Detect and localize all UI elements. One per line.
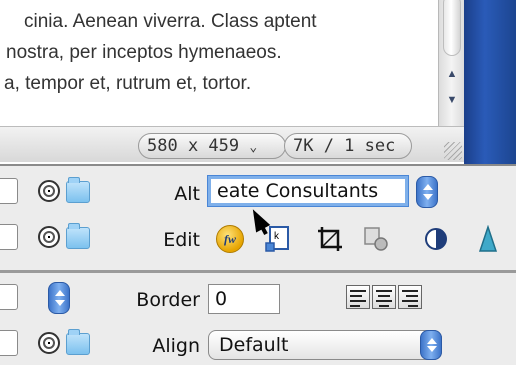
vertical-scrollbar[interactable]: ▲ ▼ <box>438 0 464 126</box>
target-icon[interactable] <box>38 226 60 248</box>
align-right-button[interactable] <box>398 285 422 309</box>
folder-icon[interactable] <box>66 223 90 249</box>
brightness-contrast-icon[interactable] <box>422 225 450 253</box>
document-view: cinia. Aenean viverra. Class aptent nost… <box>0 0 464 162</box>
crop-icon[interactable] <box>316 225 344 253</box>
sharpen-icon[interactable] <box>474 225 502 253</box>
border-input[interactable]: 0 <box>208 284 280 314</box>
alt-text-input[interactable]: eate Consultants <box>208 176 408 206</box>
fireworks-edit-icon[interactable]: fw <box>216 225 244 253</box>
link-field-stub[interactable] <box>0 224 18 250</box>
window-size-popup[interactable]: 580 x 459 ⌄ <box>138 133 286 159</box>
section-divider <box>0 270 516 273</box>
resample-icon[interactable] <box>362 225 390 253</box>
align-selected-value: Default <box>219 334 289 356</box>
src-field-stub[interactable] <box>0 178 18 204</box>
target-stepper[interactable] <box>48 282 70 314</box>
folder-icon[interactable] <box>66 177 90 203</box>
resize-grip[interactable] <box>444 142 462 160</box>
doc-line-1: cinia. Aenean viverra. Class aptent <box>24 11 317 32</box>
align-dropdown-stepper[interactable] <box>420 330 442 360</box>
desktop-background <box>464 0 516 164</box>
target-field-stub[interactable] <box>0 284 18 310</box>
border-row: Border 0 <box>0 276 516 322</box>
align-left-button[interactable] <box>346 285 370 309</box>
doc-line-3: a, tempor et, rutrum et, tortor. <box>4 73 252 94</box>
alt-stepper[interactable] <box>416 176 438 208</box>
up-arrow-icon[interactable]: ▲ <box>443 64 461 84</box>
low-src-field-stub[interactable] <box>0 330 18 356</box>
download-stats-text: 7K / 1 sec <box>293 136 396 156</box>
align-center-button[interactable] <box>372 285 396 309</box>
target-icon[interactable] <box>38 180 60 202</box>
border-label: Border <box>136 289 200 311</box>
align-select[interactable]: Default <box>208 330 442 360</box>
optimize-image-icon[interactable]: k <box>264 225 292 253</box>
window-size-text: 580 x 459 <box>147 136 240 156</box>
status-bar: 580 x 459 ⌄ 7K / 1 sec <box>0 126 464 162</box>
document-text: cinia. Aenean viverra. Class aptent nost… <box>4 6 317 99</box>
align-row: Align Default <box>0 322 516 365</box>
target-icon[interactable] <box>38 332 60 354</box>
chevron-down-icon: ⌄ <box>249 140 258 155</box>
alt-label: Alt <box>174 183 200 205</box>
folder-icon[interactable] <box>66 329 90 355</box>
doc-line-2: nostra, per inceptos hymenaeos. <box>6 42 282 63</box>
property-inspector: Alt eate Consultants Edit fw k Border 0 … <box>0 164 516 365</box>
edit-label: Edit <box>163 229 200 251</box>
download-stats: 7K / 1 sec <box>284 133 412 159</box>
scroll-thumb[interactable] <box>443 0 461 56</box>
down-arrow-icon[interactable]: ▼ <box>443 90 461 110</box>
align-label: Align <box>152 335 200 357</box>
